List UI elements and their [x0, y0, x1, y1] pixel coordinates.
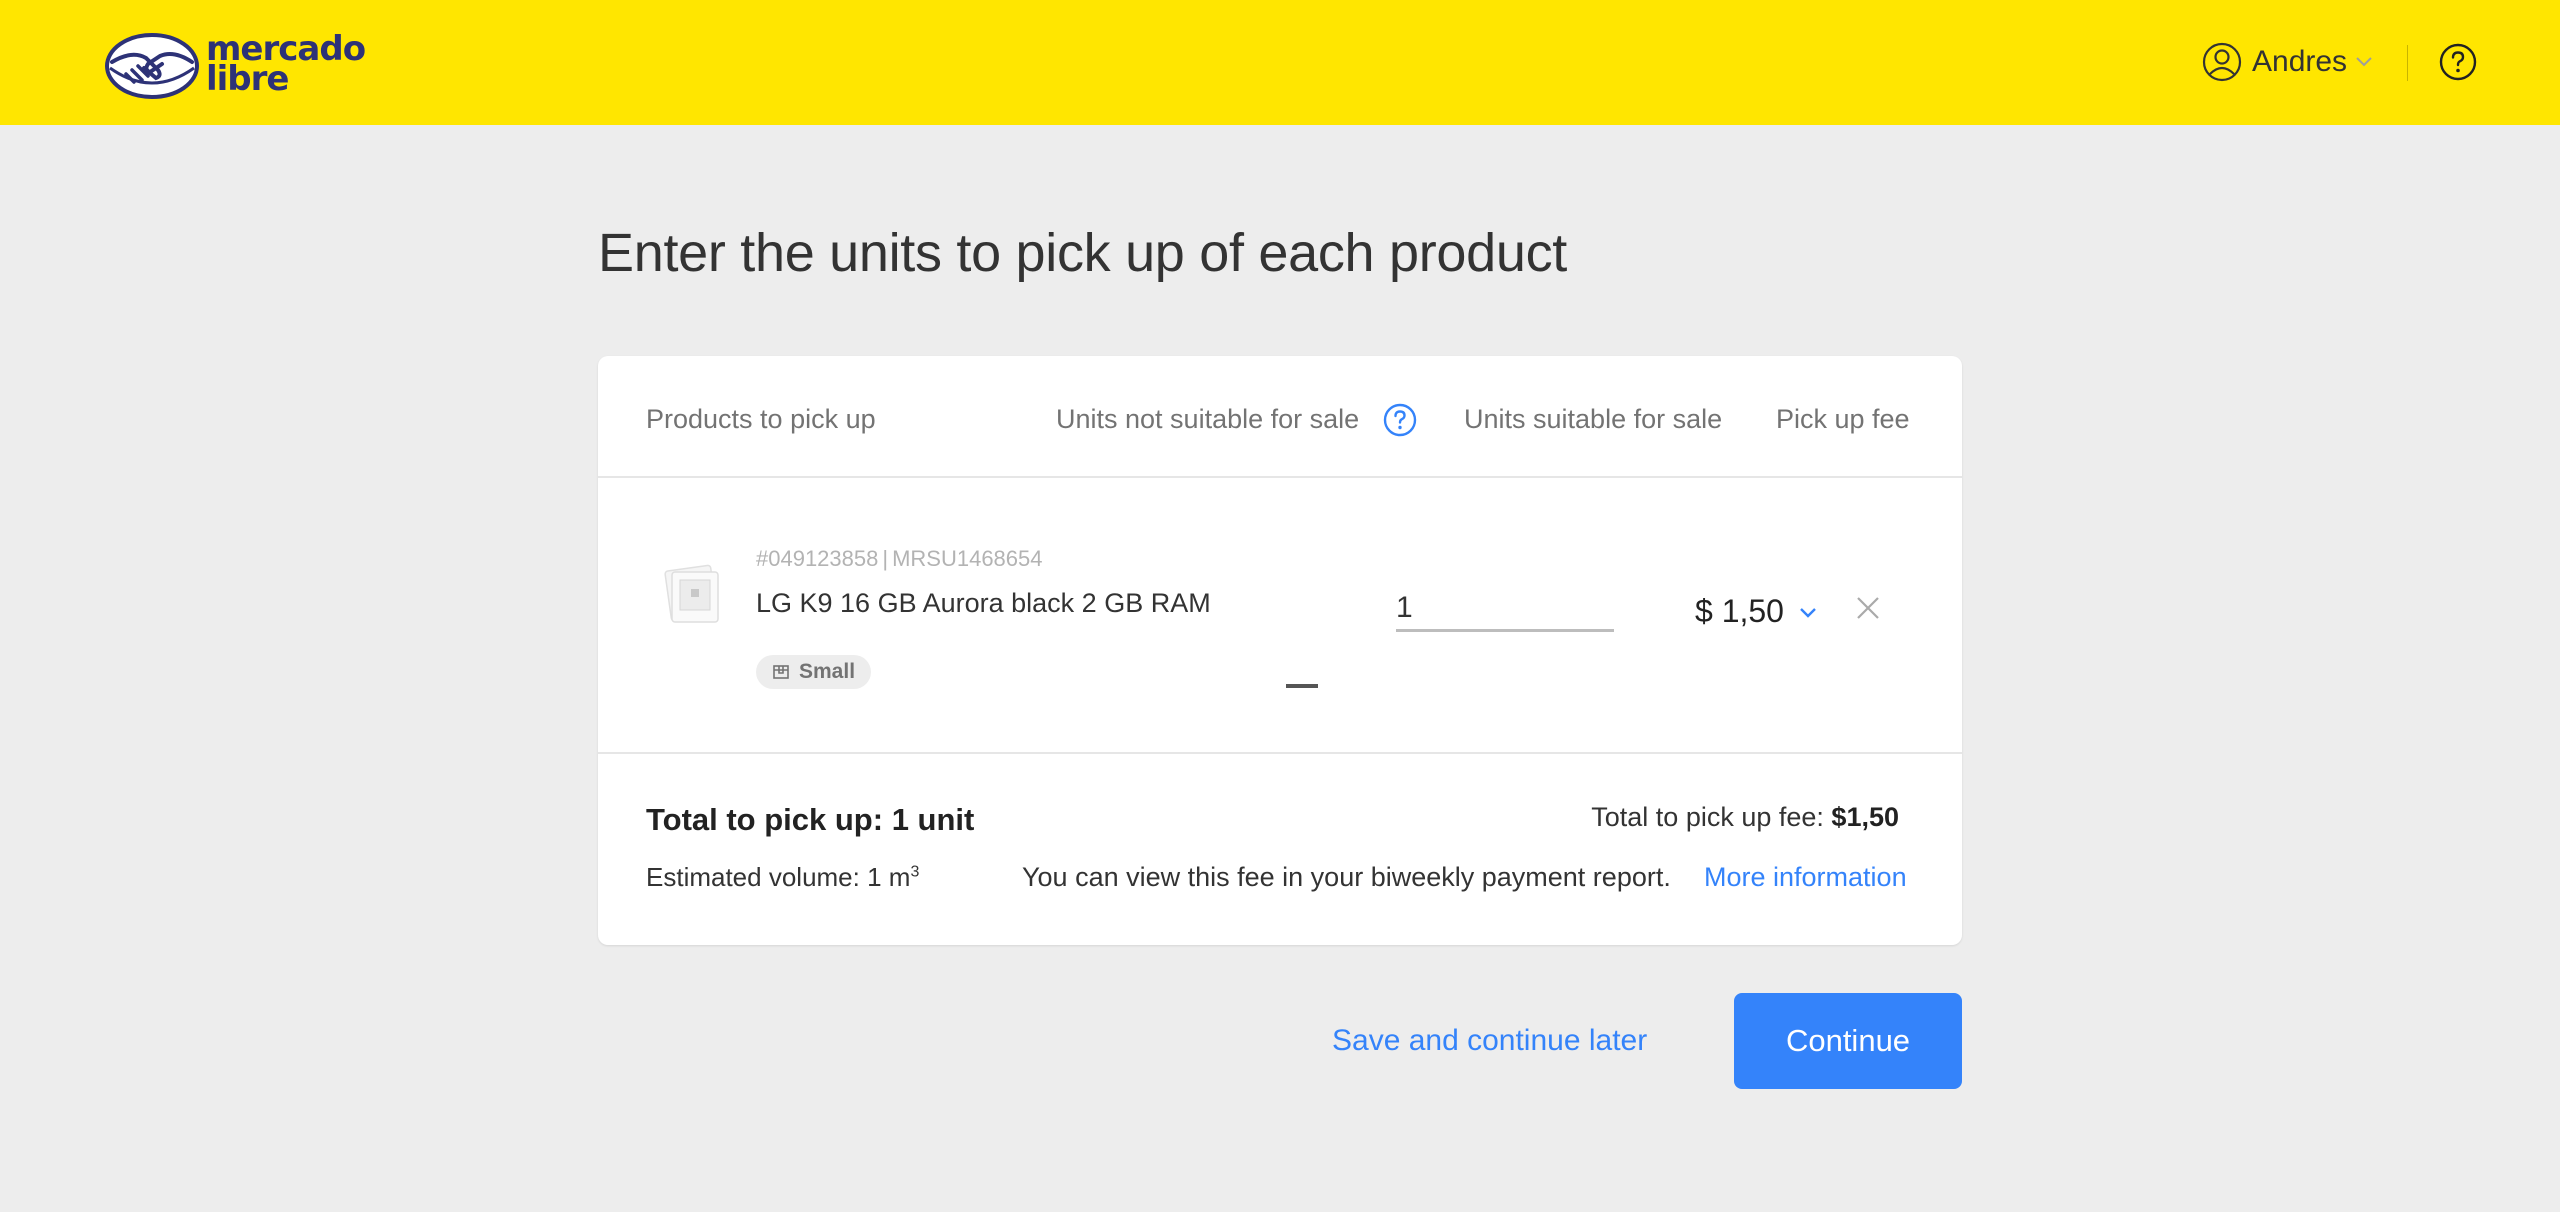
- product-image-placeholder-icon: [664, 564, 719, 623]
- chevron-down-icon: [2356, 57, 2372, 67]
- page-title: Enter the units to pick up of each produ…: [598, 223, 1567, 283]
- column-header-fee: Pick up fee: [1776, 404, 1910, 434]
- user-menu[interactable]: Andres: [2202, 38, 2373, 86]
- logo-wordmark: mercado libre: [206, 32, 366, 96]
- total-fee-value: $1,50: [1831, 802, 1899, 832]
- table-row: #049123858 | MRSU1468654 LG K9 16 GB Auror…: [598, 480, 1962, 754]
- size-badge: Small: [756, 655, 872, 689]
- continue-button[interactable]: Continue: [1734, 993, 1962, 1089]
- question-circle-icon[interactable]: [2439, 43, 2477, 81]
- pickup-card: Products to pick up Units not suitable f…: [598, 356, 1962, 945]
- fee-note: You can view this fee in your biweekly p…: [1022, 862, 1671, 892]
- table-header: Products to pick up Units not suitable f…: [598, 356, 1962, 478]
- close-icon[interactable]: [1856, 596, 1880, 620]
- save-and-continue-later-button[interactable]: Save and continue later: [1332, 1024, 1647, 1058]
- total-label: Total to pick up:: [646, 802, 884, 837]
- top-header: mercado libre Andres: [0, 0, 2560, 125]
- mercado-libre-logo[interactable]: mercado libre: [104, 28, 366, 100]
- size-label: Small: [799, 660, 856, 683]
- product-name: LG K9 16 GB Aurora black 2 GB RAM: [756, 588, 1211, 618]
- user-circle-icon: [2202, 42, 2242, 82]
- product-sku: #049123858 | MRSU1468654: [756, 546, 1043, 571]
- question-circle-icon[interactable]: [1383, 403, 1417, 437]
- units-suitable-input[interactable]: [1396, 586, 1614, 632]
- handshake-logo-icon: [105, 33, 199, 99]
- sku-id: #049123858: [756, 546, 879, 571]
- estimated-volume: Estimated volume: 1 m3: [646, 862, 919, 893]
- volume-label: Estimated volume: 1 m: [646, 862, 911, 892]
- column-header-suitable: Units suitable for sale: [1464, 404, 1723, 434]
- column-header-products: Products to pick up: [646, 404, 876, 434]
- header-divider: [2407, 45, 2408, 81]
- sku-code: MRSU1468654: [892, 546, 1043, 571]
- total-fee: Total to pick up fee: $1,50: [1591, 802, 1899, 833]
- column-header-unsuitable: Units not suitable for sale: [1056, 404, 1360, 434]
- volume-exponent: 3: [910, 863, 920, 881]
- dash-icon: [1286, 684, 1318, 688]
- chevron-down-icon[interactable]: [1798, 606, 1818, 620]
- total-value: 1 unit: [891, 802, 975, 837]
- total-fee-label: Total to pick up fee:: [1591, 802, 1824, 832]
- user-name: Andres: [2252, 45, 2348, 78]
- package-icon: [773, 665, 789, 679]
- more-information-link[interactable]: More information: [1704, 862, 1907, 893]
- pickup-fee-value[interactable]: $ 1,50: [1695, 593, 1784, 630]
- total-units: Total to pick up: 1 unit: [646, 802, 974, 838]
